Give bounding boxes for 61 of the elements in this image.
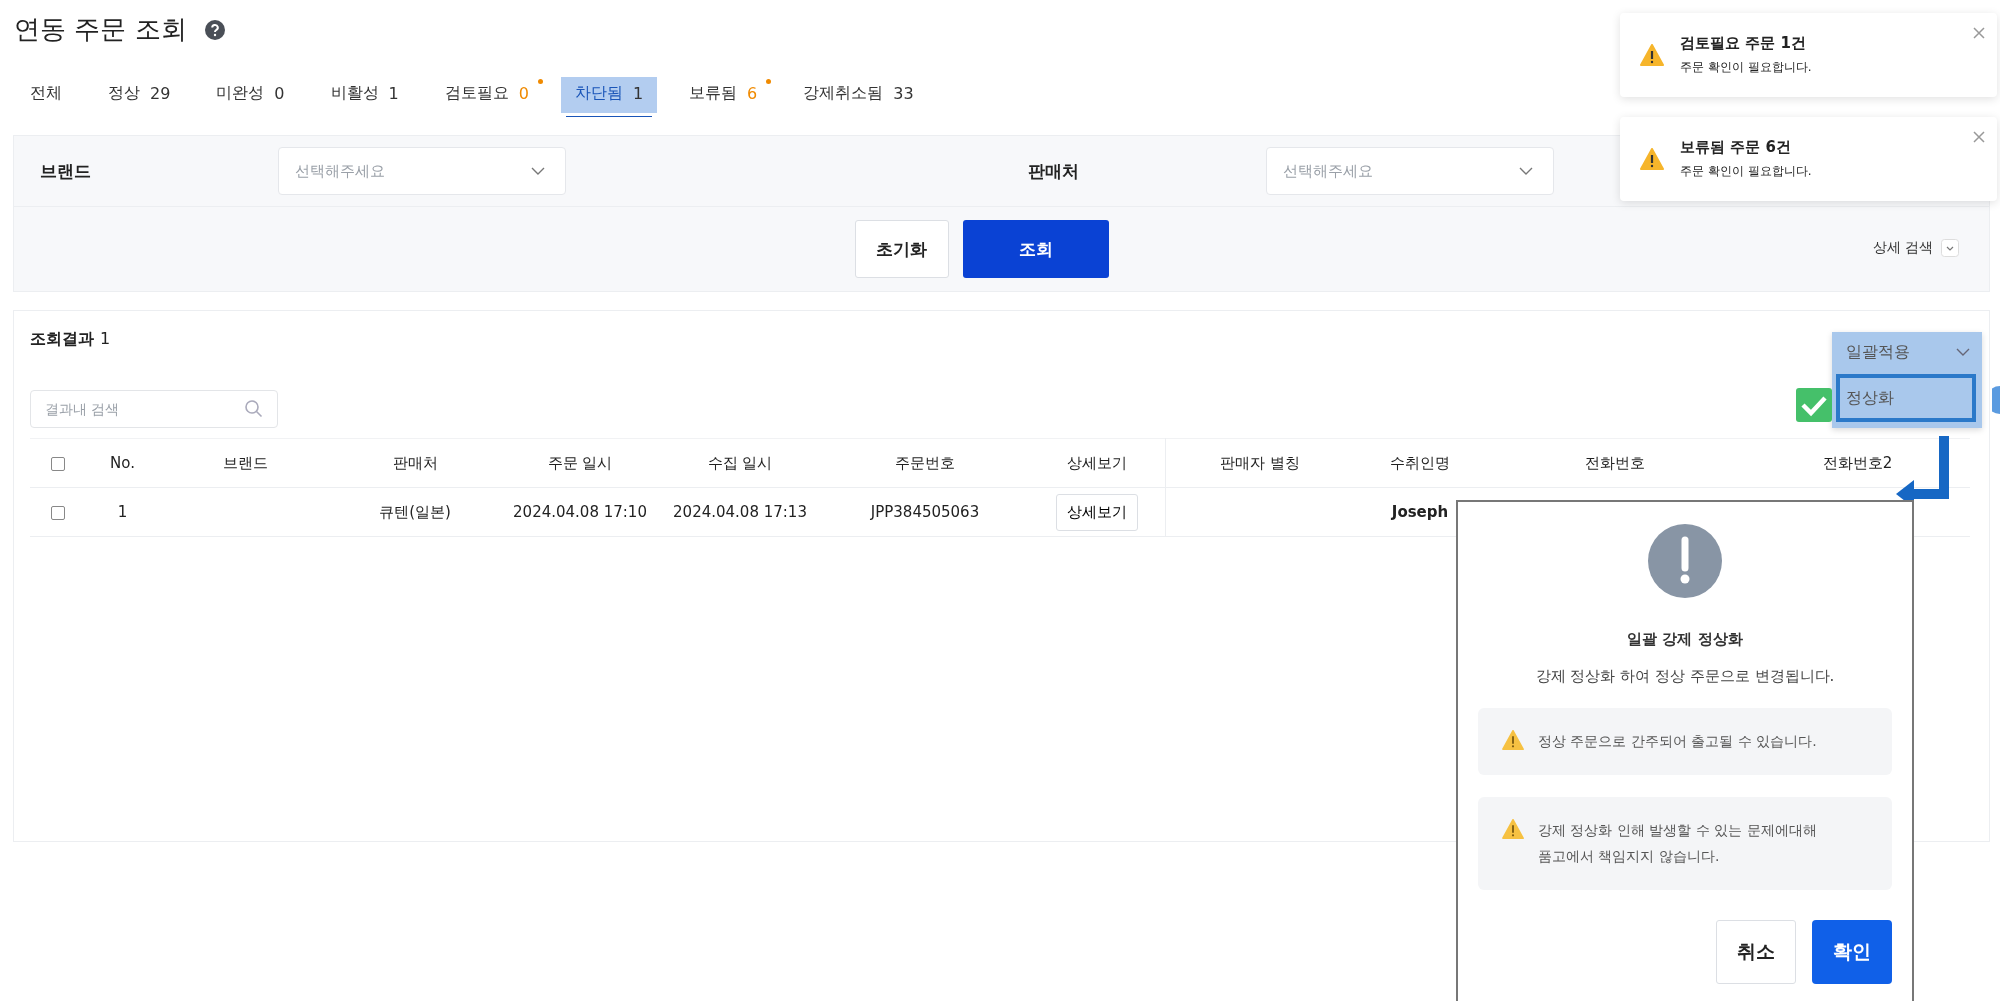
dialog-button[interactable]: 확인 (1812, 919, 1892, 984)
column-header: 전화번호 (1585, 453, 1645, 472)
filter-button[interactable]: 조회 (962, 220, 1109, 278)
column-header: 판매처 (392, 453, 438, 472)
table-cell: 2024.04.08 17:10 (513, 503, 647, 521)
close-icon[interactable] (1973, 27, 1985, 39)
menu-option[interactable]: 정상화 (1836, 374, 1976, 422)
filter-label: 판매처 (1026, 159, 1080, 183)
warning-icon (1502, 818, 1524, 839)
warning-text: 정상 주문으로 간주되어 출고될 수 있습니다. (1538, 732, 1817, 751)
warning-text: 강제 정상화 인해 발생할 수 있는 문제에대해 품고에서 책임지지 않습니다. (1538, 820, 1818, 867)
table-cell: 1 (117, 503, 128, 521)
filter-label: 브랜드 (39, 159, 92, 183)
status-tab[interactable]: 정상 29 (94, 77, 185, 113)
checkmark-icon (1796, 388, 1832, 422)
warning-icon (1502, 730, 1524, 750)
results-title: 조회결과 (30, 329, 94, 350)
column-header: 브랜드 (222, 453, 268, 472)
status-tab[interactable]: 강제취소됨 33 (789, 77, 928, 113)
advanced-search-link[interactable]: 상세 검색 (1872, 239, 1933, 257)
page-title: 연동 주문 조회 (14, 13, 187, 46)
column-header: 판매자 별칭 (1220, 453, 1301, 472)
column-header: 수집 일시 (707, 453, 773, 472)
column-header: 주문 일시 (547, 453, 613, 472)
help-icon[interactable] (204, 19, 225, 40)
search-icon[interactable] (244, 399, 264, 419)
exclamation-icon (1648, 524, 1722, 598)
dialog-button[interactable]: 취소 (1716, 919, 1796, 984)
dialog-message: 강제 정상화 하여 정상 주문으로 변경됩니다. (1535, 667, 1835, 686)
status-tab[interactable]: 미완성 0 (202, 77, 299, 113)
toast-message: 주문 확인이 필요합니다. (1680, 59, 1812, 76)
status-tab[interactable]: 비활성 1 (316, 77, 413, 113)
table-cell: JPP384505063 (870, 503, 980, 521)
detail-button[interactable]: 상세보기 (1056, 493, 1139, 531)
column-header: No. (110, 454, 135, 472)
dialog-title: 일괄 강제 정상화 (1627, 630, 1743, 649)
toast-title: 검토필요 주문 1건 (1680, 34, 1807, 53)
toast-title: 보류됨 주문 6건 (1680, 138, 1792, 157)
chevron-down-icon[interactable] (531, 167, 545, 175)
status-tab[interactable]: 전체 (16, 77, 76, 113)
column-header: 상세보기 (1067, 453, 1128, 472)
column-header: 전화번호2 (1822, 453, 1893, 472)
status-tab[interactable]: 검토필요 0 (430, 77, 543, 113)
chevron-down-icon[interactable] (1518, 167, 1533, 175)
checkbox[interactable] (50, 456, 65, 471)
filter-button[interactable]: 초기화 (854, 220, 949, 278)
column-header: 주문번호 (895, 453, 955, 472)
column-header: 수취인명 (1390, 453, 1450, 472)
table-cell: Joseph (1391, 503, 1449, 521)
table-cell: 2024.04.08 17:13 (673, 503, 807, 521)
warning-icon (1640, 148, 1664, 170)
bulk-action-dropdown[interactable]: 일괄적용 (1832, 332, 1982, 372)
status-tab[interactable]: 보류됨 6 (675, 77, 772, 113)
checkbox[interactable] (50, 505, 65, 520)
close-icon[interactable] (1973, 131, 1985, 143)
chevron-down-icon[interactable] (1956, 348, 1970, 356)
results-count: 1 (100, 329, 111, 350)
search-field[interactable]: 결과내 검색 (30, 390, 278, 428)
toast-message: 주문 확인이 필요합니다. (1680, 163, 1812, 180)
table-cell: 큐텐(일본) (379, 502, 451, 521)
warning-icon (1640, 44, 1664, 66)
